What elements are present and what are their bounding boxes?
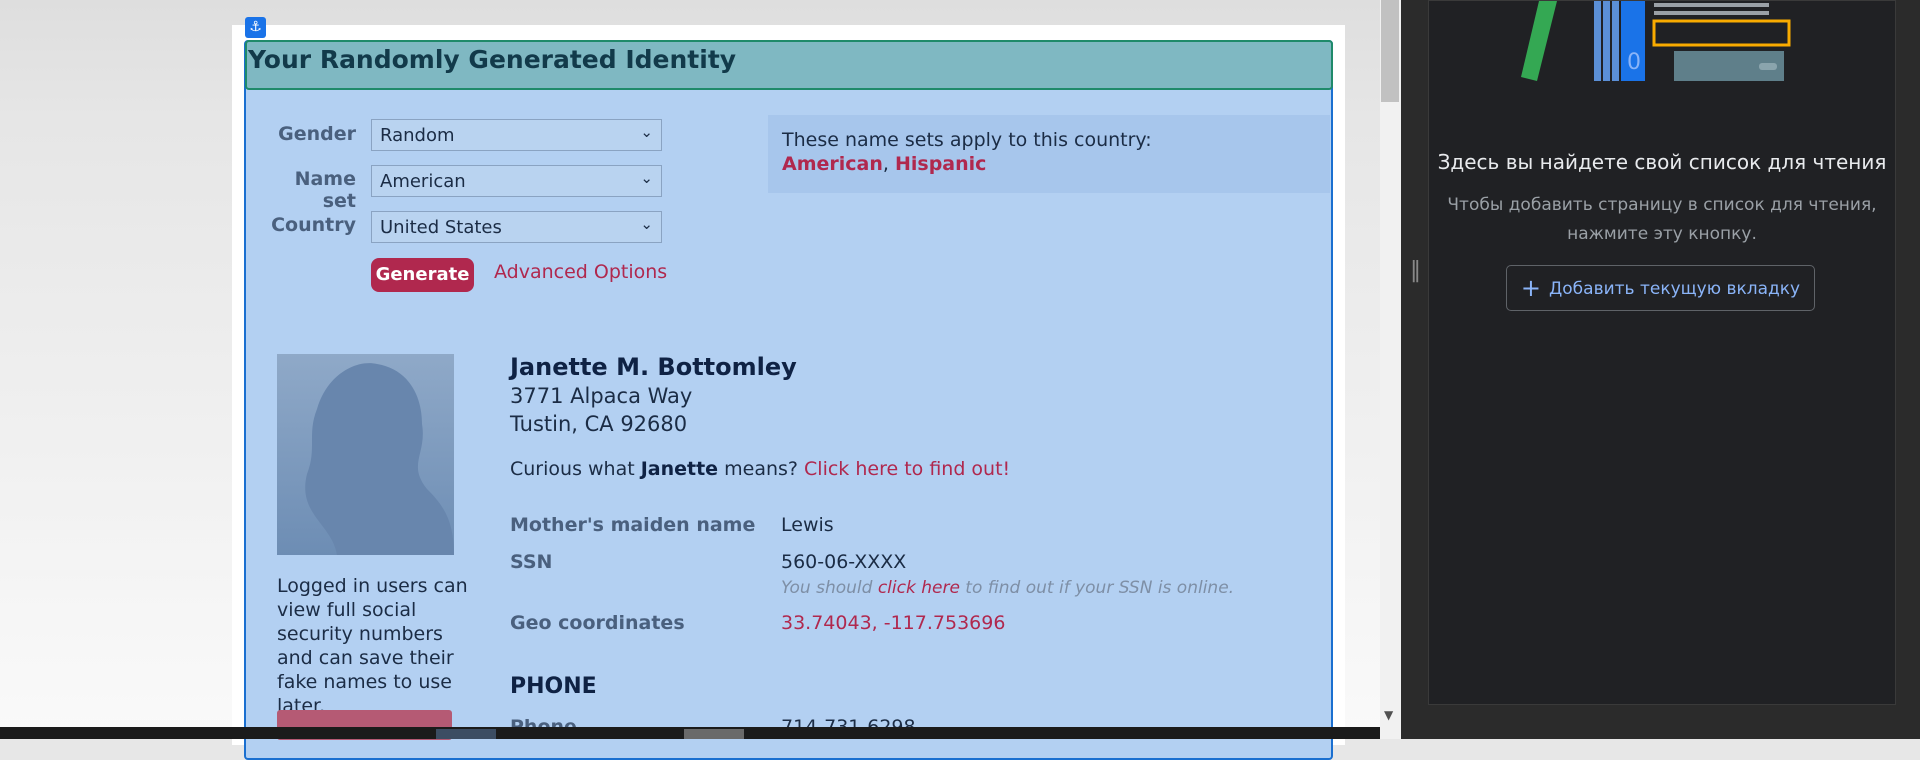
geo-coordinates-link[interactable]: 33.74043, -117.753696: [781, 612, 1005, 634]
nameset-info-text: These name sets apply to this country:: [782, 129, 1152, 151]
address-line-1: 3771 Alpaca Way: [510, 384, 693, 408]
address-line-2: Tustin, CA 92680: [510, 412, 688, 436]
page-scrollbar[interactable]: [1380, 0, 1401, 739]
ssn-check-link[interactable]: click here: [878, 578, 960, 598]
country-label: Country: [271, 214, 356, 236]
chevron-down-icon: ⌄: [640, 123, 653, 141]
nameset-select[interactable]: American ⌄: [371, 165, 662, 197]
add-current-tab-label: Добавить текущую вкладку: [1549, 279, 1801, 299]
window-edge: [1896, 0, 1920, 739]
nameset-label: Name set: [294, 168, 356, 212]
curious-suffix: means?: [718, 458, 805, 480]
name-meaning-link[interactable]: Click here to find out!: [804, 458, 1010, 480]
nameset-value: American: [380, 171, 466, 192]
reading-list-illustration: 0: [1521, 1, 1791, 81]
taskbar-item[interactable]: [684, 729, 744, 739]
plus-icon: +: [1520, 274, 1541, 302]
person-name: Janette M. Bottomley: [510, 353, 797, 381]
description-line-1: Чтобы добавить страницу в список для чте…: [1447, 195, 1877, 215]
ssn-value: 560-06-XXXX: [781, 551, 907, 573]
generate-button[interactable]: Generate: [371, 258, 474, 292]
country-value: United States: [380, 217, 502, 238]
scroll-down-arrow-icon[interactable]: ▼: [1384, 708, 1393, 722]
add-current-tab-button[interactable]: + Добавить текущую вкладку: [1506, 265, 1815, 311]
reading-list-panel: 0: [1428, 0, 1896, 705]
first-name: Janette: [640, 458, 719, 480]
curious-prefix: Curious what: [510, 458, 641, 480]
svg-text:0: 0: [1627, 50, 1641, 75]
nameset-link-hispanic[interactable]: Hispanic: [895, 153, 986, 175]
scrollbar-thumb[interactable]: [1381, 0, 1399, 102]
reading-list-title: Здесь вы найдете свой список для чтения: [1437, 150, 1887, 174]
taskbar-item[interactable]: [436, 729, 496, 739]
resize-handle-icon[interactable]: ‖: [1410, 258, 1421, 283]
anchor-icon[interactable]: ⚓: [245, 17, 266, 38]
ssn-note-suffix: to find out if your SSN is online.: [959, 578, 1235, 598]
nameset-info-box: These name sets apply to this country: A…: [768, 115, 1330, 193]
ssn-note-prefix: You should: [781, 578, 878, 598]
chevron-down-icon: ⌄: [640, 215, 653, 233]
gender-label: Gender: [278, 123, 356, 145]
panel-resize-divider[interactable]: [1401, 0, 1428, 739]
panel-footer: [1428, 705, 1896, 739]
maiden-name-value: Lewis: [781, 514, 834, 536]
country-select[interactable]: United States ⌄: [371, 211, 662, 243]
nameset-link-american[interactable]: American: [782, 153, 883, 175]
gender-select[interactable]: Random ⌄: [371, 119, 662, 151]
geo-label: Geo coordinates: [510, 612, 685, 634]
gender-value: Random: [380, 125, 455, 146]
ssn-note: You should click here to find out if you…: [781, 578, 1234, 598]
maiden-name-label: Mother's maiden name: [510, 514, 756, 536]
phone-heading: PHONE: [510, 674, 597, 699]
avatar: [277, 354, 454, 555]
curious-line: Curious what Janette means? Click here t…: [510, 458, 1010, 480]
ssn-label: SSN: [510, 551, 553, 573]
page-title: Your Randomly Generated Identity: [248, 45, 737, 74]
login-note: Logged in users can view full social sec…: [277, 575, 468, 717]
chevron-down-icon: ⌄: [640, 169, 653, 187]
description-line-2: нажмите эту кнопку.: [1567, 224, 1757, 244]
advanced-options-link[interactable]: Advanced Options: [494, 261, 667, 283]
reading-list-description: Чтобы добавить страницу в список для чте…: [1428, 191, 1896, 249]
nameset-separator: ,: [882, 153, 895, 175]
